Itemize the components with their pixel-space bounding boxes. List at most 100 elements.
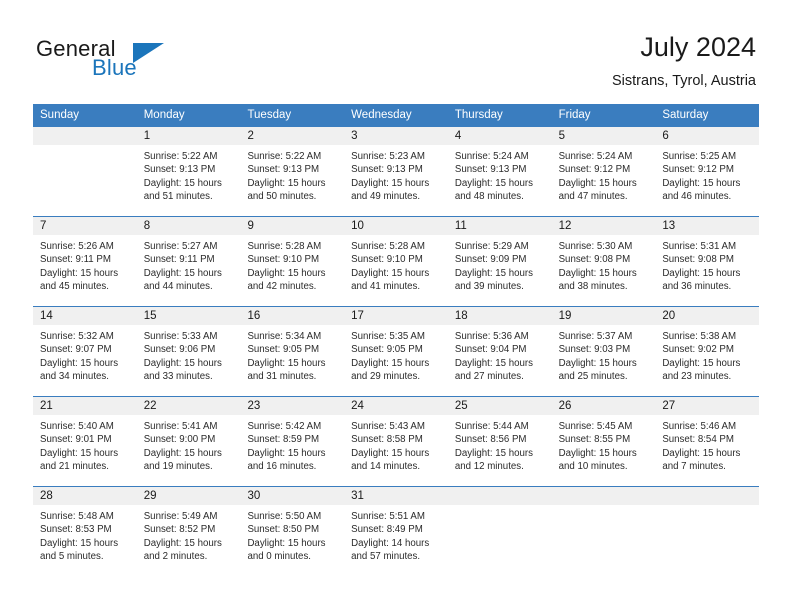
calendar-day-cell[interactable]: 22 Sunrise: 5:41 AM Sunset: 9:00 PM Dayl…	[136, 397, 241, 486]
calendar-day-cell[interactable]: 25 Sunrise: 5:44 AM Sunset: 8:56 PM Dayl…	[447, 397, 552, 486]
calendar-day-cell[interactable]: 6 Sunrise: 5:25 AM Sunset: 9:12 PM Dayli…	[655, 127, 760, 216]
sunset-text: Sunset: 9:04 PM	[454, 344, 527, 356]
weekday-header-friday: Friday	[558, 109, 591, 121]
day-details: Sunrise: 5:43 AM Sunset: 8:58 PM Dayligh…	[344, 416, 448, 473]
daylight-text-line2: and 33 minutes.	[143, 370, 213, 382]
sunrise-text: Sunrise: 5:48 AM	[40, 511, 114, 522]
calendar-day-cell[interactable]	[655, 487, 760, 576]
calendar-day-cell[interactable]: 16 Sunrise: 5:34 AM Sunset: 9:05 PM Dayl…	[240, 307, 345, 396]
calendar-day-cell[interactable]: 8 Sunrise: 5:27 AM Sunset: 9:11 PM Dayli…	[136, 217, 241, 306]
calendar-day-cell[interactable]: 1 Sunrise: 5:22 AM Sunset: 9:13 PM Dayli…	[136, 127, 241, 216]
sunset-text: Sunset: 9:13 PM	[143, 164, 216, 176]
sunset-text: Sunset: 9:08 PM	[662, 254, 734, 266]
day-number: 26	[558, 400, 572, 412]
day-details: Sunrise: 5:28 AM Sunset: 9:10 PM Dayligh…	[240, 236, 344, 293]
day-number: 5	[558, 130, 565, 142]
sunset-text: Sunset: 8:54 PM	[662, 434, 734, 446]
daylight-text-line2: and 27 minutes.	[454, 370, 524, 382]
day-number-band: 21	[33, 397, 137, 416]
sunset-text: Sunset: 9:05 PM	[247, 344, 320, 356]
calendar-day-cell[interactable]: 21 Sunrise: 5:40 AM Sunset: 9:01 PM Dayl…	[33, 397, 137, 486]
calendar-day-cell[interactable]: 29 Sunrise: 5:49 AM Sunset: 8:52 PM Dayl…	[136, 487, 241, 576]
daylight-text-line2: and 44 minutes.	[143, 280, 213, 292]
calendar-day-cell[interactable]: 19 Sunrise: 5:37 AM Sunset: 9:03 PM Dayl…	[551, 307, 656, 396]
daylight-text-line2: and 42 minutes.	[247, 280, 317, 292]
calendar-day-cell[interactable]: 9 Sunrise: 5:28 AM Sunset: 9:10 PM Dayli…	[240, 217, 345, 306]
daylight-text-line2: and 49 minutes.	[351, 190, 421, 202]
day-number-band	[655, 487, 760, 506]
calendar-day-cell[interactable]: 31 Sunrise: 5:51 AM Sunset: 8:49 PM Dayl…	[344, 487, 448, 576]
sunrise-text: Sunrise: 5:41 AM	[143, 421, 218, 432]
calendar-day-cell[interactable]: 24 Sunrise: 5:43 AM Sunset: 8:58 PM Dayl…	[344, 397, 448, 486]
sunrise-text: Sunrise: 5:32 AM	[40, 331, 114, 342]
calendar-day-cell[interactable]: 17 Sunrise: 5:35 AM Sunset: 9:05 PM Dayl…	[344, 307, 448, 396]
day-number-band: 28	[33, 487, 137, 506]
day-number-band: 16	[240, 307, 345, 326]
daylight-text-line1: Daylight: 15 hours	[662, 267, 741, 279]
calendar-day-cell[interactable]: 7 Sunrise: 5:26 AM Sunset: 9:11 PM Dayli…	[33, 217, 137, 306]
day-number: 1	[143, 130, 151, 142]
calendar-day-cell[interactable]: 27 Sunrise: 5:46 AM Sunset: 8:54 PM Dayl…	[655, 397, 760, 486]
calendar-day-cell[interactable]: 4 Sunrise: 5:24 AM Sunset: 9:13 PM Dayli…	[447, 127, 552, 216]
calendar-day-cell[interactable]: 18 Sunrise: 5:36 AM Sunset: 9:04 PM Dayl…	[447, 307, 552, 396]
calendar-day-cell[interactable]	[551, 487, 656, 576]
day-details	[655, 506, 759, 510]
day-number-band: 6	[655, 127, 760, 146]
daylight-text-line1: Daylight: 15 hours	[143, 537, 222, 549]
sunset-text: Sunset: 9:13 PM	[351, 164, 423, 176]
day-number-band: 3	[344, 127, 448, 146]
calendar-day-cell[interactable]: 2 Sunrise: 5:22 AM Sunset: 9:13 PM Dayli…	[240, 127, 345, 216]
calendar-day-cell[interactable]: 3 Sunrise: 5:23 AM Sunset: 9:13 PM Dayli…	[344, 127, 448, 216]
day-number-band: 15	[136, 307, 241, 326]
calendar-day-cell[interactable]: 13 Sunrise: 5:31 AM Sunset: 9:08 PM Dayl…	[655, 217, 760, 306]
day-number-band: 4	[447, 127, 552, 146]
day-number-band: 2	[240, 127, 345, 146]
day-number-band: 26	[551, 397, 656, 416]
daylight-text-line1: Daylight: 15 hours	[558, 267, 637, 279]
sunset-text: Sunset: 9:05 PM	[351, 344, 423, 356]
sunrise-text: Sunrise: 5:29 AM	[454, 241, 529, 252]
sunrise-text: Sunrise: 5:34 AM	[247, 331, 322, 342]
daylight-text-line1: Daylight: 15 hours	[40, 357, 119, 369]
daylight-text-line1: Daylight: 15 hours	[351, 177, 430, 189]
calendar-day-cell[interactable]: 14 Sunrise: 5:32 AM Sunset: 9:07 PM Dayl…	[33, 307, 137, 396]
calendar-day-cell[interactable]: 30 Sunrise: 5:50 AM Sunset: 8:50 PM Dayl…	[240, 487, 345, 576]
calendar-day-cell[interactable]: 20 Sunrise: 5:38 AM Sunset: 9:02 PM Dayl…	[655, 307, 760, 396]
calendar-day-cell[interactable]	[447, 487, 552, 576]
daylight-text-line2: and 23 minutes.	[662, 370, 732, 382]
calendar-day-cell[interactable]: 28 Sunrise: 5:48 AM Sunset: 8:53 PM Dayl…	[33, 487, 137, 576]
calendar-week-row: 7 Sunrise: 5:26 AM Sunset: 9:11 PM Dayli…	[33, 216, 760, 306]
sunrise-text: Sunrise: 5:28 AM	[351, 241, 425, 252]
calendar-day-cell[interactable]	[33, 127, 137, 216]
weekday-header-sunday: Sunday	[40, 109, 80, 121]
sunset-text: Sunset: 9:11 PM	[143, 254, 215, 266]
daylight-text-line2: and 48 minutes.	[454, 190, 524, 202]
calendar-day-cell[interactable]: 11 Sunrise: 5:29 AM Sunset: 9:09 PM Dayl…	[447, 217, 552, 306]
sunset-text: Sunset: 9:11 PM	[40, 254, 111, 266]
daylight-text-line2: and 50 minutes.	[247, 190, 317, 202]
day-number-band: 5	[551, 127, 656, 146]
calendar-day-cell[interactable]: 23 Sunrise: 5:42 AM Sunset: 8:59 PM Dayl…	[240, 397, 345, 486]
daylight-text-line2: and 38 minutes.	[558, 280, 628, 292]
day-number-band	[33, 127, 137, 146]
sunset-text: Sunset: 8:55 PM	[558, 434, 631, 446]
day-details: Sunrise: 5:46 AM Sunset: 8:54 PM Dayligh…	[655, 416, 759, 473]
sunrise-text: Sunrise: 5:25 AM	[662, 151, 737, 162]
day-details: Sunrise: 5:49 AM Sunset: 8:52 PM Dayligh…	[137, 506, 241, 563]
calendar-day-cell[interactable]: 15 Sunrise: 5:33 AM Sunset: 9:06 PM Dayl…	[136, 307, 241, 396]
daylight-text-line2: and 12 minutes.	[454, 460, 524, 472]
weekday-header-row: Sunday Monday Tuesday Wednesday Thursday…	[33, 104, 759, 126]
general-blue-logo[interactable]: General Blue	[36, 36, 216, 82]
daylight-text-line1: Daylight: 15 hours	[558, 357, 637, 369]
day-number: 31	[351, 490, 364, 502]
sunrise-text: Sunrise: 5:22 AM	[143, 151, 218, 162]
sunset-text: Sunset: 9:13 PM	[247, 164, 320, 176]
calendar-day-cell[interactable]: 5 Sunrise: 5:24 AM Sunset: 9:12 PM Dayli…	[551, 127, 656, 216]
calendar-day-cell[interactable]: 26 Sunrise: 5:45 AM Sunset: 8:55 PM Dayl…	[551, 397, 656, 486]
day-number-band: 22	[136, 397, 241, 416]
daylight-text-line1: Daylight: 15 hours	[40, 267, 119, 279]
calendar-day-cell[interactable]: 10 Sunrise: 5:28 AM Sunset: 9:10 PM Dayl…	[344, 217, 448, 306]
calendar-day-cell[interactable]: 12 Sunrise: 5:30 AM Sunset: 9:08 PM Dayl…	[551, 217, 656, 306]
sunset-text: Sunset: 9:06 PM	[143, 344, 216, 356]
day-details: Sunrise: 5:48 AM Sunset: 8:53 PM Dayligh…	[33, 506, 137, 563]
